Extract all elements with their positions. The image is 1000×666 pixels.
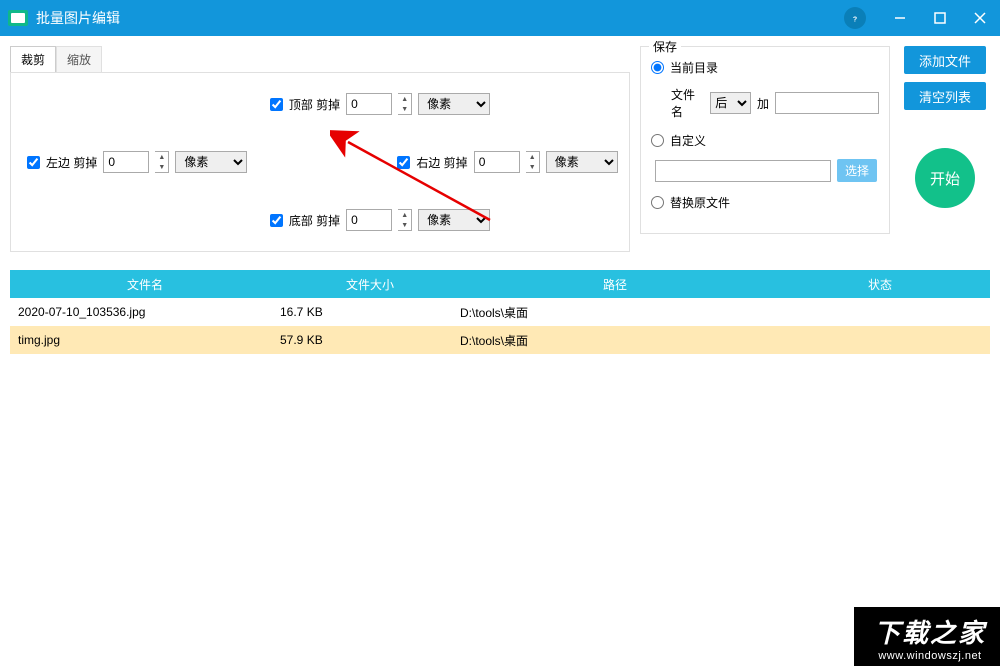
add-label: 加 — [757, 95, 769, 112]
table-header: 文件名 文件大小 路径 状态 — [10, 270, 990, 298]
crop-right-value[interactable] — [474, 151, 520, 173]
crop-bottom-unit[interactable]: 像素 — [418, 209, 490, 231]
save-custom-option[interactable]: 自定义 — [651, 132, 879, 149]
svg-text:?: ? — [853, 17, 857, 24]
file-table: 文件名 文件大小 路径 状态 2020-07-10_103536.jpg 16.… — [10, 270, 990, 354]
radio-current-dir[interactable] — [651, 61, 664, 74]
suffix-input[interactable] — [775, 92, 879, 114]
save-replace-option[interactable]: 替换原文件 — [651, 194, 879, 211]
save-panel: 保存 当前目录 文件名 后 加 自定义 选择 — [640, 46, 890, 234]
crop-top-label: 顶部 剪掉 — [289, 96, 340, 113]
crop-left-unit[interactable]: 像素 — [175, 151, 247, 173]
help-button[interactable]: ? — [844, 7, 866, 29]
crop-panel: 顶部 剪掉 ▲▼ 像素 左边 剪掉 ▲▼ 像素 — [10, 72, 630, 252]
start-button[interactable]: 开始 — [915, 148, 975, 208]
clear-list-button[interactable]: 清空列表 — [904, 82, 986, 110]
save-current-dir-option[interactable]: 当前目录 — [651, 59, 879, 76]
crop-bottom-label: 底部 剪掉 — [289, 212, 340, 229]
crop-right-label: 右边 剪掉 — [416, 154, 467, 171]
crop-top-checkbox[interactable] — [270, 98, 283, 111]
crop-left-checkbox[interactable] — [27, 156, 40, 169]
col-header-status: 状态 — [770, 276, 990, 293]
radio-custom[interactable] — [651, 134, 664, 147]
app-icon — [8, 10, 28, 26]
tab-crop[interactable]: 裁剪 — [10, 46, 56, 72]
filename-label: 文件名 — [671, 86, 704, 120]
crop-left-spinner[interactable]: ▲▼ — [155, 151, 169, 173]
table-row[interactable]: 2020-07-10_103536.jpg 16.7 KB D:\tools\桌… — [10, 298, 990, 326]
position-select[interactable]: 后 — [710, 92, 751, 114]
crop-bottom-spinner[interactable]: ▲▼ — [398, 209, 412, 231]
crop-right-unit[interactable]: 像素 — [546, 151, 618, 173]
titlebar: 批量图片编辑 ? — [0, 0, 1000, 36]
crop-left-value[interactable] — [103, 151, 149, 173]
close-button[interactable] — [960, 0, 1000, 36]
col-header-path: 路径 — [460, 276, 770, 293]
window-title: 批量图片编辑 — [36, 8, 120, 28]
tab-scale[interactable]: 缩放 — [56, 46, 102, 72]
watermark: 下载之家 www.windowszj.net — [854, 607, 1000, 666]
maximize-button[interactable] — [920, 0, 960, 36]
crop-top-spinner[interactable]: ▲▼ — [398, 93, 412, 115]
crop-top-value[interactable] — [346, 93, 392, 115]
choose-path-button[interactable]: 选择 — [837, 159, 877, 182]
custom-path-input[interactable] — [655, 160, 831, 182]
crop-bottom-checkbox[interactable] — [270, 214, 283, 227]
minimize-button[interactable] — [880, 0, 920, 36]
col-header-size: 文件大小 — [280, 276, 460, 293]
save-legend: 保存 — [649, 38, 681, 55]
crop-right-checkbox[interactable] — [397, 156, 410, 169]
crop-bottom-value[interactable] — [346, 209, 392, 231]
crop-right-spinner[interactable]: ▲▼ — [526, 151, 540, 173]
add-file-button[interactable]: 添加文件 — [904, 46, 986, 74]
table-row[interactable]: timg.jpg 57.9 KB D:\tools\桌面 — [10, 326, 990, 354]
tab-bar: 裁剪 缩放 — [10, 46, 630, 72]
crop-left-label: 左边 剪掉 — [46, 154, 97, 171]
col-header-name: 文件名 — [10, 276, 280, 293]
crop-top-unit[interactable]: 像素 — [418, 93, 490, 115]
radio-replace[interactable] — [651, 196, 664, 209]
